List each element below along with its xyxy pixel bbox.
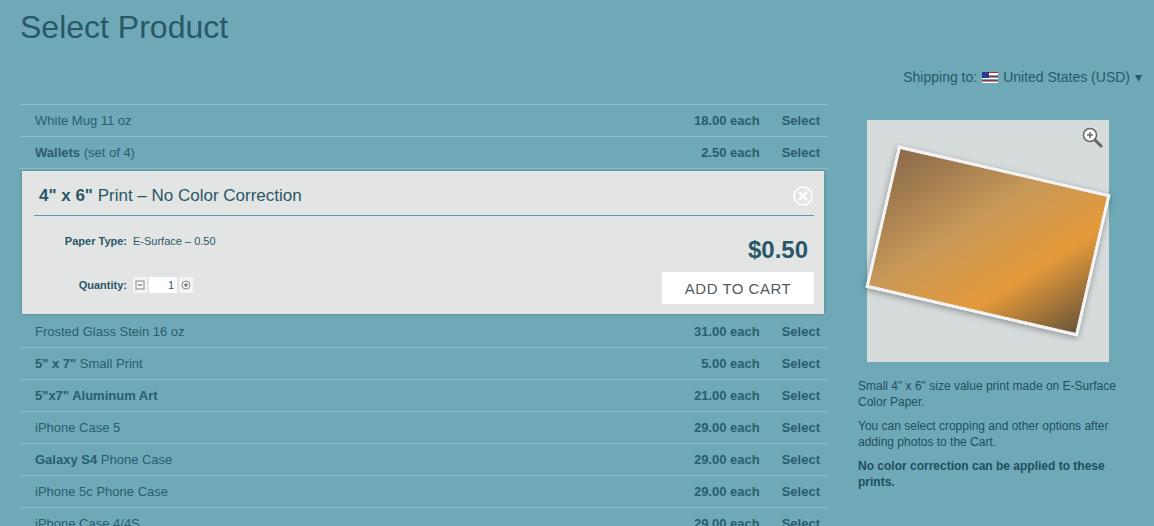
select-link[interactable]: Select bbox=[782, 388, 820, 403]
product-description: Small 4" x 6" size value print made on E… bbox=[858, 378, 1120, 490]
shipping-selector[interactable]: Shipping to: United States (USD) ▾ bbox=[0, 65, 1154, 89]
quantity-label: Quantity: bbox=[34, 279, 127, 291]
product-title: 4" x 6" Print – No Color Correction bbox=[39, 186, 302, 206]
photo-print bbox=[865, 145, 1110, 336]
product-name: Galaxy S4 Phone Case bbox=[35, 452, 694, 467]
select-link[interactable]: Select bbox=[782, 452, 820, 467]
description-line: Small 4" x 6" size value print made on E… bbox=[858, 378, 1120, 410]
description-line: No color correction can be applied to th… bbox=[858, 458, 1120, 490]
total-price: $0.50 bbox=[748, 222, 814, 264]
product-row[interactable]: White Mug 11 oz18.00 each Select bbox=[20, 105, 828, 137]
product-row[interactable]: iPhone Case 4/4S29.00 each Select bbox=[20, 508, 828, 526]
product-price: 29.00 each bbox=[694, 484, 760, 499]
product-row[interactable]: Galaxy S4 Phone Case29.00 each Select bbox=[20, 444, 828, 476]
product-price: 2.50 each bbox=[701, 145, 760, 160]
description-line: You can select cropping and other option… bbox=[858, 418, 1120, 450]
product-row[interactable]: Frosted Glass Stein 16 oz31.00 each Selec… bbox=[20, 316, 828, 348]
plus-icon bbox=[181, 280, 191, 290]
product-price: 29.00 each bbox=[694, 516, 760, 526]
dropdown-caret: ▾ bbox=[1135, 69, 1142, 85]
product-price: 5.00 each bbox=[701, 356, 760, 371]
page-title: Select Product bbox=[0, 0, 1154, 47]
product-row[interactable]: iPhone Case 529.00 each Select bbox=[20, 412, 828, 444]
select-link[interactable]: Select bbox=[782, 324, 820, 339]
select-link[interactable]: Select bbox=[782, 356, 820, 371]
product-name: iPhone Case 5 bbox=[35, 420, 694, 435]
quantity-input[interactable]: 1 bbox=[149, 277, 177, 293]
select-link[interactable]: Select bbox=[782, 516, 820, 526]
option-label: Paper Type: bbox=[34, 235, 127, 247]
product-row[interactable]: 5"x7" Aluminum Art21.00 each Select bbox=[20, 380, 828, 412]
product-name: Frosted Glass Stein 16 oz bbox=[35, 324, 694, 339]
select-link[interactable]: Select bbox=[782, 484, 820, 499]
product-price: 29.00 each bbox=[694, 452, 760, 467]
product-preview: Small 4" x 6" size value print made on E… bbox=[858, 120, 1120, 490]
increase-button[interactable] bbox=[179, 277, 193, 293]
product-price: 21.00 each bbox=[694, 388, 760, 403]
add-to-cart-button[interactable]: ADD TO CART bbox=[662, 272, 814, 304]
product-detail-panel: 4" x 6" Print – No Color Correction Paper… bbox=[22, 171, 824, 314]
product-price: 29.00 each bbox=[694, 420, 760, 435]
select-link[interactable]: Select bbox=[782, 420, 820, 435]
product-name: iPhone Case 4/4S bbox=[35, 516, 694, 526]
product-options: Paper Type: E-Surface – 0.50 Quantity: 1 bbox=[34, 222, 216, 304]
panel-header: 4" x 6" Print – No Color Correction bbox=[34, 171, 814, 216]
zoom-icon bbox=[1081, 126, 1103, 148]
product-name: 5" x 7" Small Print bbox=[35, 356, 701, 371]
shipping-value: United States (USD) bbox=[1003, 69, 1130, 85]
close-button[interactable] bbox=[792, 185, 814, 207]
select-link[interactable]: Select bbox=[782, 145, 820, 160]
product-row[interactable]: 5" x 7" Small Print5.00 each Select bbox=[20, 348, 828, 380]
minus-icon bbox=[135, 280, 145, 290]
product-row[interactable]: Wallets (set of 4)2.50 each Select bbox=[20, 137, 828, 169]
product-name: Wallets (set of 4) bbox=[35, 145, 701, 160]
page: Select Product Shipping to: United States … bbox=[0, 0, 1154, 526]
product-name: iPhone 5c Phone Case bbox=[35, 484, 694, 499]
select-link[interactable]: Select bbox=[782, 113, 820, 128]
zoom-button[interactable] bbox=[1081, 126, 1103, 148]
option-value[interactable]: E-Surface – 0.50 bbox=[133, 235, 216, 247]
product-price: 18.00 each bbox=[694, 113, 760, 128]
close-icon bbox=[793, 186, 813, 206]
product-name: White Mug 11 oz bbox=[35, 113, 694, 128]
decrease-button[interactable] bbox=[133, 277, 147, 293]
product-list: White Mug 11 oz18.00 eachSelectWallets (… bbox=[20, 104, 828, 526]
shipping-label: Shipping to: bbox=[903, 69, 977, 85]
product-image bbox=[867, 120, 1109, 362]
product-price: 31.00 each bbox=[694, 324, 760, 339]
product-row[interactable]: iPhone 5c Phone Case29.00 each Select bbox=[20, 476, 828, 508]
product-name: 5"x7" Aluminum Art bbox=[35, 388, 694, 403]
quantity-stepper: 1 bbox=[133, 277, 216, 293]
us-flag-icon bbox=[982, 72, 998, 83]
